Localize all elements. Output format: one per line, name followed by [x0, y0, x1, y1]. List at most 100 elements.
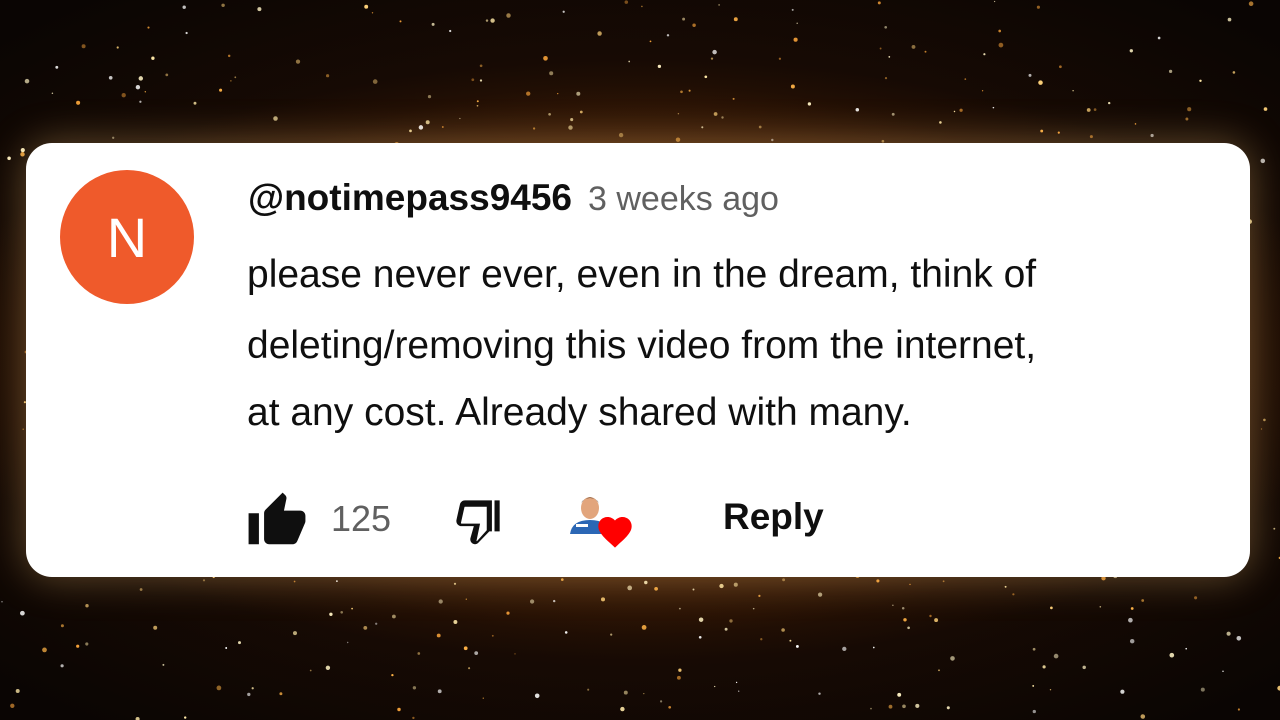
sparkle [482, 697, 484, 699]
sparkle [437, 689, 442, 694]
sparkle [230, 80, 232, 82]
sparkle [624, 0, 629, 4]
sparkle [1273, 527, 1276, 530]
sparkle [238, 641, 241, 645]
sparkle [42, 647, 47, 653]
sparkle [399, 20, 402, 23]
sparkle [818, 692, 821, 695]
sparkle [678, 607, 681, 610]
sparkle [942, 580, 945, 583]
sparkle [938, 669, 940, 672]
sparkle [279, 692, 283, 696]
sparkle [790, 84, 795, 89]
sparkle [227, 54, 231, 58]
sparkle [139, 588, 143, 591]
sparkle [371, 12, 374, 14]
sparkle [983, 53, 986, 56]
comment-text-line: at any cost. Already shared with many. [247, 391, 912, 434]
sparkle [680, 90, 683, 94]
comment-text-line: please never ever, even in the dream, th… [247, 253, 1037, 296]
sparkle [782, 578, 786, 582]
sparkle [449, 29, 452, 33]
sparkle [1169, 652, 1175, 658]
sparkle [623, 690, 628, 695]
sparkle [1260, 158, 1266, 164]
sparkle [888, 704, 893, 709]
sparkle [796, 22, 798, 24]
sparkle [579, 110, 583, 114]
sparkle [202, 579, 206, 582]
sparkle [153, 625, 158, 630]
sparkle [675, 137, 681, 142]
sparkle [436, 633, 441, 638]
sparkle [1086, 108, 1091, 112]
sparkle [1129, 638, 1135, 644]
sparkle [1187, 107, 1192, 112]
sparkle [649, 40, 652, 43]
sparkle [666, 34, 670, 37]
sparkle [257, 7, 262, 12]
sparkle [514, 653, 516, 655]
sparkle [372, 79, 378, 84]
sparkle [712, 49, 717, 55]
sparkle [15, 689, 20, 693]
sparkle [1032, 647, 1036, 651]
sparkle [1130, 607, 1134, 610]
sparkle [781, 628, 785, 632]
sparkle [340, 611, 344, 614]
sparkle [1089, 135, 1093, 139]
sparkle [1, 601, 3, 603]
sparkle [548, 112, 551, 116]
sparkle [950, 656, 955, 661]
sparkle [597, 31, 602, 36]
sparkle [20, 610, 25, 616]
sparkle [1199, 79, 1202, 83]
sparkle [760, 638, 763, 641]
username[interactable]: @notimepass9456 [248, 177, 572, 219]
sparkle [644, 580, 648, 585]
comment-timestamp[interactable]: 3 weeks ago [588, 180, 779, 219]
sparkle [1099, 606, 1102, 608]
sparkle [698, 617, 704, 622]
sparkle [929, 614, 932, 618]
sparkle [185, 31, 188, 35]
sparkle [325, 665, 331, 670]
sparkle [549, 71, 554, 76]
sparkle [438, 599, 443, 604]
sparkle [998, 29, 1002, 33]
sparkle [1227, 17, 1232, 22]
sparkle [1032, 684, 1035, 687]
thumbs-down-outline-icon [456, 500, 500, 545]
sparkle [1012, 593, 1015, 596]
like-button[interactable] [246, 490, 308, 552]
sparkle [506, 13, 511, 18]
sparkle [1082, 665, 1086, 670]
sparkle [570, 118, 574, 122]
dislike-button[interactable] [446, 490, 512, 552]
reply-button[interactable]: Reply [723, 496, 824, 538]
sparkle [85, 604, 89, 608]
avatar[interactable]: N [60, 170, 194, 304]
sparkle [10, 703, 15, 708]
sparkle [1194, 596, 1198, 600]
sparkle [351, 607, 353, 610]
sparkle [463, 646, 468, 651]
sparkle [490, 18, 495, 23]
sparkle [568, 125, 573, 130]
sparkle [1236, 636, 1242, 641]
sparkle [1108, 101, 1111, 105]
sparkle [778, 57, 782, 60]
sparkle [934, 618, 939, 623]
creator-heart[interactable] [568, 488, 640, 558]
sparkle [733, 17, 738, 22]
sparkle [557, 92, 559, 95]
sparkle [418, 125, 424, 130]
sparkle [293, 580, 296, 583]
sparkle [471, 78, 475, 82]
sparkle [793, 37, 798, 42]
sparkle [1222, 670, 1224, 672]
sparkle [600, 597, 606, 602]
sparkle [939, 121, 942, 124]
sparkle [20, 148, 25, 153]
sparkle [677, 113, 680, 115]
